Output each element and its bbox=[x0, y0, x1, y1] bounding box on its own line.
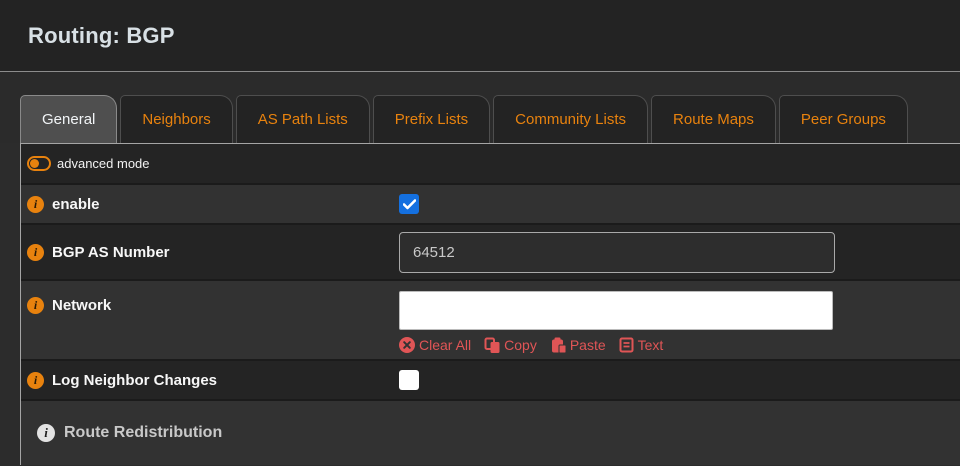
paste-icon bbox=[550, 337, 566, 353]
route-redistribution-label: Route Redistribution bbox=[64, 424, 222, 442]
log-neighbor-changes-checkbox[interactable] bbox=[399, 370, 419, 390]
file-text-icon bbox=[619, 337, 634, 353]
bgp-as-number-input[interactable] bbox=[399, 232, 835, 273]
tab-strip: General Neighbors AS Path Lists Prefix L… bbox=[0, 72, 960, 143]
field-row-log-neighbor-changes: i Log Neighbor Changes bbox=[21, 361, 960, 401]
tab-neighbors[interactable]: Neighbors bbox=[120, 95, 232, 143]
tab-route-maps[interactable]: Route Maps bbox=[651, 95, 776, 143]
info-icon[interactable]: i bbox=[27, 244, 44, 261]
field-row-bgp-as-number: i BGP AS Number bbox=[21, 225, 960, 281]
circle-x-icon bbox=[399, 337, 415, 353]
info-icon[interactable]: i bbox=[37, 424, 55, 442]
page-title: Routing: BGP bbox=[28, 23, 175, 49]
settings-panel: advanced mode i enable i BGP AS Number i… bbox=[20, 143, 960, 465]
text-button[interactable]: Text bbox=[619, 337, 664, 353]
clear-all-button[interactable]: Clear All bbox=[399, 337, 471, 353]
tokenizer-actions: Clear All Copy Paste bbox=[399, 337, 833, 353]
info-icon[interactable]: i bbox=[27, 196, 44, 213]
copy-icon bbox=[484, 337, 500, 353]
field-row-network: i Network Clear All Copy bbox=[21, 281, 960, 361]
enable-label: enable bbox=[52, 196, 100, 213]
tab-peer-groups[interactable]: Peer Groups bbox=[779, 95, 908, 143]
advanced-mode-label: advanced mode bbox=[57, 156, 150, 171]
toggle-off-icon[interactable] bbox=[27, 156, 51, 171]
paste-button[interactable]: Paste bbox=[550, 337, 606, 353]
info-icon[interactable]: i bbox=[27, 297, 44, 314]
network-label: Network bbox=[52, 297, 111, 314]
checkmark-icon bbox=[403, 199, 416, 210]
field-row-enable: i enable bbox=[21, 185, 960, 225]
copy-button[interactable]: Copy bbox=[484, 337, 537, 353]
info-icon[interactable]: i bbox=[27, 372, 44, 389]
enable-checkbox[interactable] bbox=[399, 194, 419, 214]
tab-community-lists[interactable]: Community Lists bbox=[493, 95, 648, 143]
page-header: Routing: BGP bbox=[0, 0, 960, 72]
advanced-mode-row[interactable]: advanced mode bbox=[21, 144, 960, 185]
network-input[interactable] bbox=[399, 291, 833, 330]
tab-prefix-lists[interactable]: Prefix Lists bbox=[373, 95, 490, 143]
bgp-as-number-label: BGP AS Number bbox=[52, 244, 170, 261]
tab-general[interactable]: General bbox=[20, 95, 117, 143]
route-redistribution-section: i Route Redistribution bbox=[21, 401, 960, 465]
log-neighbor-changes-label: Log Neighbor Changes bbox=[52, 372, 217, 389]
tab-as-path-lists[interactable]: AS Path Lists bbox=[236, 95, 370, 143]
